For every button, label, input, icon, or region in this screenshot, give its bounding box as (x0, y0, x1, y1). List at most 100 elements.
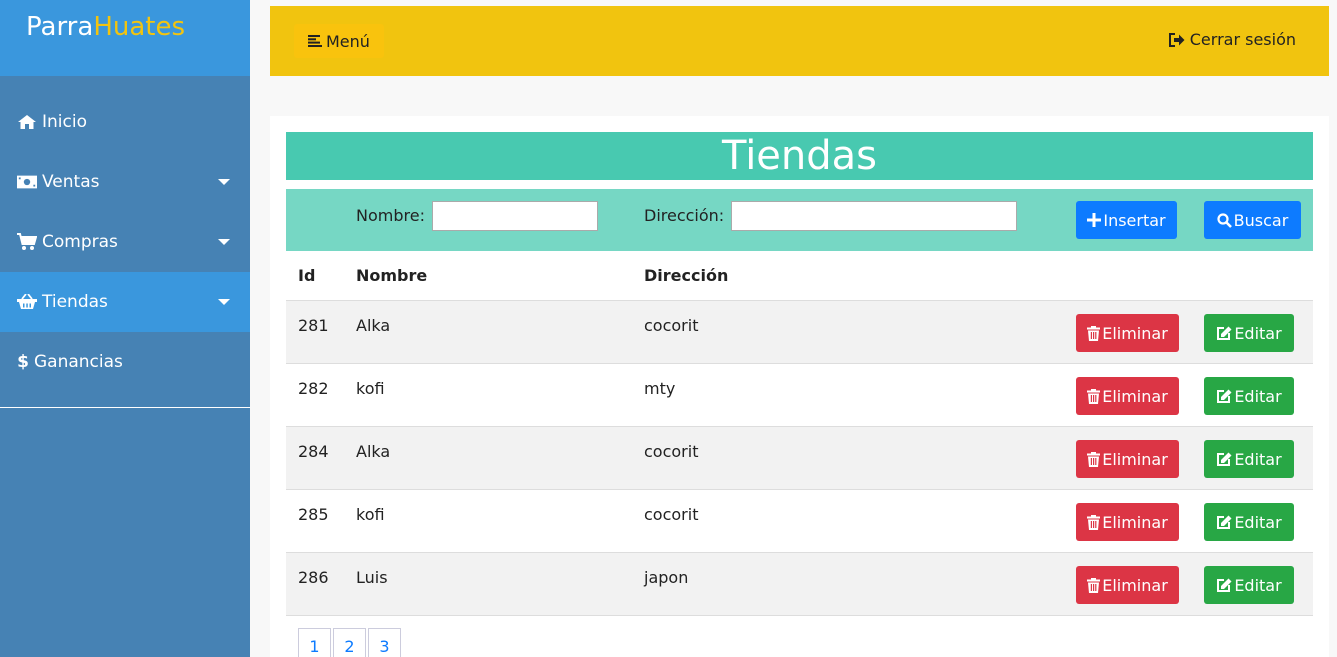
sidebar-item-tiendas[interactable]: Tiendas (0, 272, 250, 332)
cell-direccion: japon (644, 568, 689, 587)
menu-icon (308, 35, 322, 47)
menu-label: Menú (326, 31, 370, 51)
header-direccion: Dirección (644, 266, 729, 285)
filter-bar: Nombre: Dirección: Insertar Buscar (286, 189, 1313, 251)
edit-icon (1216, 515, 1232, 530)
header-nombre: Nombre (356, 266, 428, 285)
trash-icon (1087, 577, 1101, 593)
cell-id: 281 (298, 316, 329, 335)
delete-button[interactable]: Eliminar (1076, 503, 1179, 541)
direccion-label: Dirección: (644, 206, 725, 225)
sidebar-item-label: Inicio (42, 112, 87, 132)
table-row: 282 kofi mty Eliminar Editar (286, 363, 1313, 426)
direccion-input[interactable] (731, 201, 1017, 231)
edit-label: Editar (1234, 512, 1282, 532)
logout-button[interactable]: Cerrar sesión (1168, 30, 1296, 49)
home-icon (17, 113, 37, 131)
edit-button[interactable]: Editar (1204, 377, 1294, 415)
logout-label: Cerrar sesión (1189, 30, 1296, 49)
cell-nombre: kofi (356, 379, 385, 398)
sidebar-item-inicio[interactable]: Inicio (0, 92, 250, 152)
sidebar-item-label: Compras (42, 232, 118, 252)
edit-label: Editar (1234, 575, 1282, 595)
table-bottom-border (286, 615, 1313, 616)
edit-icon (1216, 578, 1232, 593)
chevron-down-icon (218, 239, 230, 245)
insert-button[interactable]: Insertar (1076, 201, 1177, 239)
cell-direccion: mty (644, 379, 676, 398)
table-row: 285 kofi cocorit Eliminar Editar (286, 489, 1313, 552)
cell-nombre: Luis (356, 568, 388, 587)
search-icon (1217, 212, 1232, 228)
delete-button[interactable]: Eliminar (1076, 314, 1179, 352)
cart-icon (17, 233, 37, 251)
edit-button[interactable]: Editar (1204, 566, 1294, 604)
sidebar: ParraHuates Inicio Ventas Compras Tienda… (0, 0, 250, 657)
cell-id: 286 (298, 568, 329, 587)
table-row: 286 Luis japon Eliminar Editar (286, 552, 1313, 615)
sidebar-item-ganancias[interactable]: $ Ganancias (0, 332, 250, 392)
main-card: Tiendas Nombre: Dirección: Insertar Busc… (270, 116, 1329, 657)
delete-button[interactable]: Eliminar (1076, 566, 1179, 604)
plus-icon (1087, 213, 1102, 227)
sidebar-item-compras[interactable]: Compras (0, 212, 250, 272)
search-button[interactable]: Buscar (1204, 201, 1301, 239)
delete-button[interactable]: Eliminar (1076, 440, 1179, 478)
cell-nombre: Alka (356, 442, 391, 461)
header-id: Id (298, 266, 316, 285)
edit-label: Editar (1234, 386, 1282, 406)
cell-direccion: cocorit (644, 316, 699, 335)
brand-part2: Huates (93, 12, 186, 42)
cell-direccion: cocorit (644, 442, 699, 461)
dollar-icon: $ (17, 352, 29, 372)
menu-button[interactable]: Menú (294, 24, 384, 58)
delete-label: Eliminar (1102, 323, 1168, 343)
cell-id: 282 (298, 379, 329, 398)
trash-icon (1087, 451, 1101, 467)
sidebar-item-label: Tiendas (42, 292, 108, 312)
trash-icon (1087, 514, 1101, 530)
insert-label: Insertar (1103, 210, 1166, 230)
money-icon (17, 173, 37, 191)
nombre-input[interactable] (432, 201, 598, 231)
delete-label: Eliminar (1102, 386, 1168, 406)
edit-button[interactable]: Editar (1204, 503, 1294, 541)
edit-button[interactable]: Editar (1204, 440, 1294, 478)
edit-button[interactable]: Editar (1204, 314, 1294, 352)
delete-label: Eliminar (1102, 575, 1168, 595)
sidebar-item-label: Ganancias (34, 352, 123, 372)
trash-icon (1087, 325, 1101, 341)
delete-label: Eliminar (1102, 512, 1168, 532)
table-row: 284 Alka cocorit Eliminar Editar (286, 426, 1313, 489)
delete-label: Eliminar (1102, 449, 1168, 469)
cell-nombre: kofi (356, 505, 385, 524)
edit-icon (1216, 326, 1232, 341)
cell-nombre: Alka (356, 316, 391, 335)
sidebar-divider (0, 407, 250, 408)
table-row: 281 Alka cocorit Eliminar Editar (286, 300, 1313, 363)
logout-icon (1168, 32, 1185, 47)
search-label: Buscar (1233, 210, 1289, 230)
chevron-down-icon (218, 299, 230, 305)
sidebar-item-ventas[interactable]: Ventas (0, 152, 250, 212)
basket-icon (17, 293, 37, 311)
edit-icon (1216, 452, 1232, 467)
brand-part1: Parra (26, 12, 94, 42)
top-bar: Menú Cerrar sesión (270, 6, 1329, 76)
sidebar-item-label: Ventas (42, 172, 100, 192)
page-link-3[interactable]: 3 (368, 628, 401, 657)
edit-icon (1216, 389, 1232, 404)
cell-id: 285 (298, 505, 329, 524)
brand-logo[interactable]: ParraHuates (0, 0, 250, 76)
delete-button[interactable]: Eliminar (1076, 377, 1179, 415)
page-title: Tiendas (286, 132, 1313, 180)
edit-label: Editar (1234, 449, 1282, 469)
sidebar-nav: Inicio Ventas Compras Tiendas $ Ganancia (0, 92, 250, 408)
page-link-2[interactable]: 2 (333, 628, 366, 657)
cell-direccion: cocorit (644, 505, 699, 524)
page-link-1[interactable]: 1 (298, 628, 331, 657)
pagination: 1 2 3 (298, 628, 403, 657)
trash-icon (1087, 388, 1101, 404)
edit-label: Editar (1234, 323, 1282, 343)
chevron-down-icon (218, 179, 230, 185)
